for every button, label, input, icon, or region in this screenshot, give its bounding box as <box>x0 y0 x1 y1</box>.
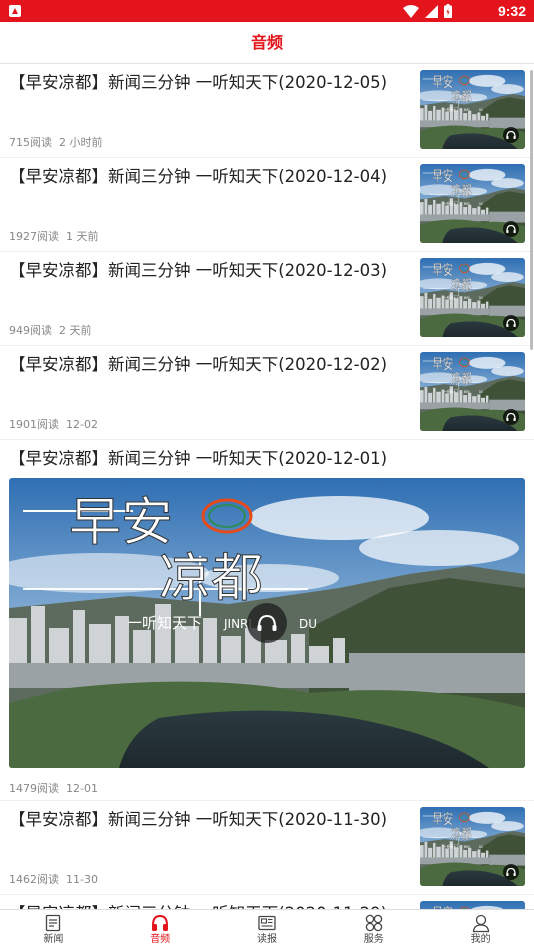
svg-text:早安: 早安 <box>432 810 453 827</box>
services-grid-icon <box>364 913 384 933</box>
nav-item-services[interactable]: 服务 <box>320 910 427 950</box>
svg-text:JINRI: JINRI <box>463 295 470 300</box>
article-meta: 1927阅读 1 天前 <box>9 228 99 244</box>
article-title[interactable]: 【早安凉都】新闻三分钟 一听知天下(2020-12-01) <box>9 448 409 470</box>
headphones-icon[interactable] <box>247 603 287 643</box>
article-cover-image[interactable]: 早安 凉都 一听知天下 JINRI DU <box>9 478 525 768</box>
svg-text:DU: DU <box>479 389 483 394</box>
svg-text:DU: DU <box>479 201 483 206</box>
list-item[interactable]: 【早安凉都】新闻三分钟 一听知天下(2020-12-05) 早安 凉都 一听知天… <box>0 64 534 158</box>
svg-text:JINRI: JINRI <box>463 389 470 394</box>
article-title[interactable]: 【早安凉都】新闻三分钟 一听知天下(2020-12-03) <box>9 260 409 282</box>
nav-label-audio: 音频 <box>150 934 171 945</box>
list-scrollbar[interactable] <box>530 70 533 350</box>
article-thumbnail[interactable]: 早安 凉都 一听知天下 JINRI DU <box>420 352 525 431</box>
publish-time: 11-30 <box>66 873 98 886</box>
read-count: 1462阅读 <box>9 873 59 886</box>
page-header: 音频 <box>0 22 534 64</box>
app-notification-icon <box>9 5 21 17</box>
article-meta: 949阅读 2 天前 <box>9 322 92 338</box>
article-title[interactable]: 【早安凉都】新闻三分钟 一听知天下(2020-12-02) <box>9 354 409 376</box>
svg-text:早安: 早安 <box>432 73 453 90</box>
svg-text:早安: 早安 <box>432 167 453 184</box>
nav-label-read-paper: 读报 <box>256 934 277 945</box>
article-meta: 1479阅读 12-01 <box>9 780 98 796</box>
battery-icon <box>444 4 452 18</box>
article-thumbnail[interactable]: 早安 凉都 一听知天下 JINRI DU <box>420 807 525 886</box>
headphones-icon <box>503 315 519 331</box>
bottom-nav: 新闻 音频 读报 服务 我的 <box>0 909 534 950</box>
svg-text:DU: DU <box>299 617 317 631</box>
svg-text:一听知天下: 一听知天下 <box>127 614 202 632</box>
article-thumbnail[interactable]: 早安 凉都 一听知天下 JINRI DU <box>420 70 525 149</box>
svg-text:DU: DU <box>479 295 483 300</box>
nav-item-read-paper[interactable]: 读报 <box>214 910 321 950</box>
svg-text:早安: 早安 <box>432 355 453 372</box>
svg-text:凉都: 凉都 <box>451 277 473 294</box>
page-title: 音频 <box>250 33 283 52</box>
headphones-icon <box>503 127 519 143</box>
article-thumbnail[interactable]: 早安 凉都 一听知天下 JINRI DU <box>420 901 525 909</box>
headphones-icon <box>503 221 519 237</box>
user-icon <box>471 913 491 933</box>
svg-text:JINRI: JINRI <box>463 201 470 206</box>
read-paper-icon <box>257 913 277 933</box>
nav-item-mine[interactable]: 我的 <box>427 910 534 950</box>
svg-text:DU: DU <box>479 844 483 849</box>
publish-time: 2 天前 <box>59 324 92 337</box>
audio-article-list[interactable]: 【早安凉都】新闻三分钟 一听知天下(2020-12-05) 早安 凉都 一听知天… <box>0 64 534 909</box>
publish-time: 1 天前 <box>66 230 99 243</box>
status-time: 9:32 <box>497 3 526 19</box>
headphones-icon <box>150 913 170 933</box>
list-item[interactable]: 【早安凉都】新闻三分钟 一听知天下(2020-12-03) 早安 凉都 一听知天… <box>0 252 534 346</box>
cell-signal-icon <box>425 4 438 18</box>
svg-text:JINRI: JINRI <box>463 107 470 112</box>
svg-text:凉都: 凉都 <box>451 371 473 388</box>
list-item[interactable]: 【早安凉都】新闻三分钟 一听知天下(2020-12-04) 早安 凉都 一听知天… <box>0 158 534 252</box>
list-item[interactable]: 【早安凉都】新闻三分钟 一听知天下(2020-12-01) 早安 凉都 一听知天… <box>0 440 534 801</box>
nav-label-mine: 我的 <box>470 934 491 945</box>
status-icons <box>403 4 452 18</box>
wifi-icon <box>403 4 419 18</box>
read-count: 1927阅读 <box>9 230 59 243</box>
publish-time: 12-01 <box>66 782 98 795</box>
svg-text:JINRI: JINRI <box>463 844 470 849</box>
nav-label-services: 服务 <box>363 934 384 945</box>
svg-text:早安: 早安 <box>432 261 453 278</box>
publish-time: 2 小时前 <box>59 136 103 149</box>
svg-text:凉都: 凉都 <box>451 826 473 843</box>
read-count: 1479阅读 <box>9 782 59 795</box>
list-item[interactable]: 【早安凉都】新闻三分钟 一听知天下(2020-11-30) 早安 凉都 一听知天… <box>0 801 534 895</box>
article-thumbnail[interactable]: 早安 凉都 一听知天下 JINRI DU <box>420 164 525 243</box>
article-title[interactable]: 【早安凉都】新闻三分钟 一听知天下(2020-11-30) <box>9 809 409 831</box>
article-meta: 1901阅读 12-02 <box>9 416 98 432</box>
svg-text:凉都: 凉都 <box>451 89 473 106</box>
newspaper-icon <box>43 913 63 933</box>
read-count: 949阅读 <box>9 324 52 337</box>
article-title[interactable]: 【早安凉都】新闻三分钟 一听知天下(2020-12-05) <box>9 72 409 94</box>
headphones-icon <box>503 864 519 880</box>
nav-label-news: 新闻 <box>43 934 64 945</box>
list-item[interactable]: 【早安凉都】新闻三分钟 一听知天下(2020-11-29) 早安 凉都 <box>0 895 534 909</box>
read-count: 715阅读 <box>9 136 52 149</box>
svg-text:早安: 早安 <box>69 493 173 553</box>
svg-text:凉都: 凉都 <box>451 183 473 200</box>
nav-item-news[interactable]: 新闻 <box>0 910 107 950</box>
svg-text:DU: DU <box>479 107 483 112</box>
read-count: 1901阅读 <box>9 418 59 431</box>
list-item[interactable]: 【早安凉都】新闻三分钟 一听知天下(2020-12-02) 早安 凉都 一听知天… <box>0 346 534 440</box>
article-title[interactable]: 【早安凉都】新闻三分钟 一听知天下(2020-12-04) <box>9 166 409 188</box>
status-bar: 9:32 <box>0 0 534 22</box>
article-meta: 715阅读 2 小时前 <box>9 134 103 150</box>
nav-item-audio[interactable]: 音频 <box>107 910 214 950</box>
publish-time: 12-02 <box>66 418 98 431</box>
svg-text:凉都: 凉都 <box>159 549 263 609</box>
article-thumbnail[interactable]: 早安 凉都 一听知天下 JINRI DU <box>420 258 525 337</box>
article-meta: 1462阅读 11-30 <box>9 871 98 887</box>
headphones-icon <box>503 409 519 425</box>
